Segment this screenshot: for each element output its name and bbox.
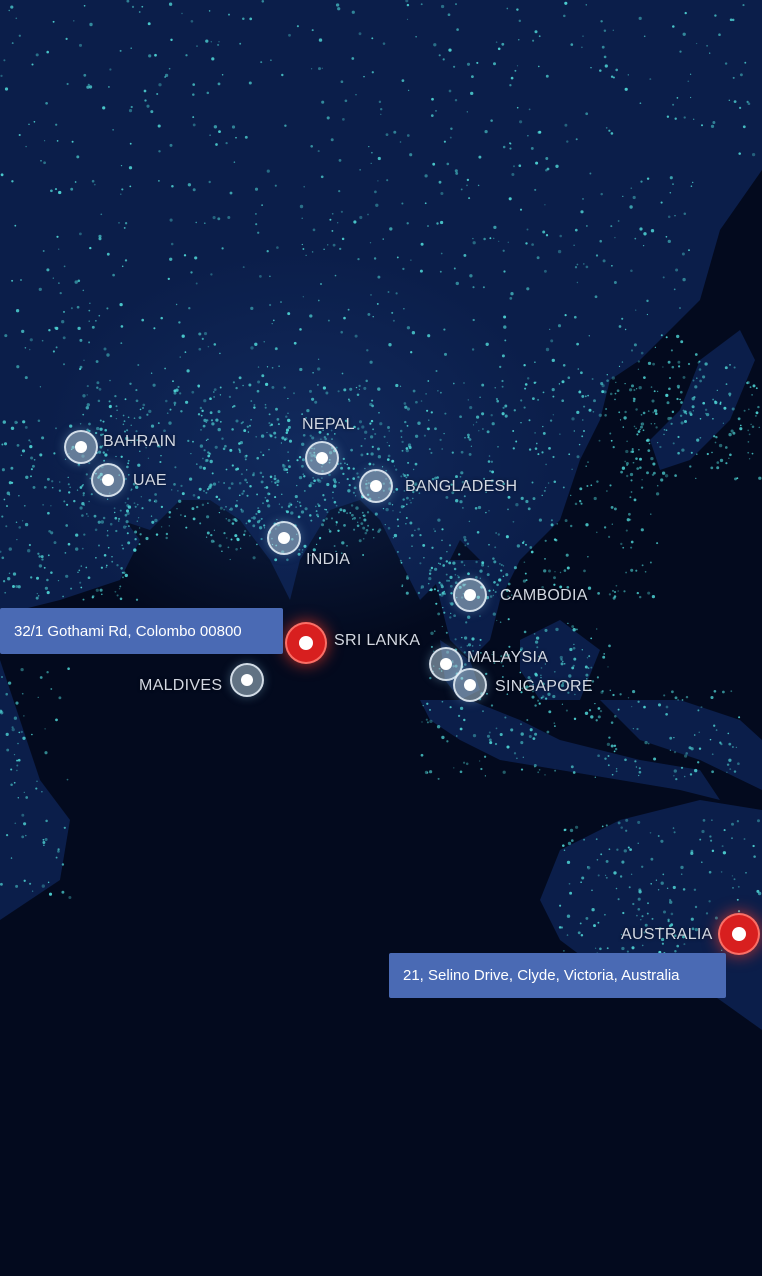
label-cambodia: CAMBODIA: [500, 587, 588, 604]
label-maldives: MALDIVES: [139, 677, 223, 694]
label-bahrain: BAHRAIN: [103, 433, 177, 450]
address-sri-lanka: 32/1 Gothami Rd, Colombo 00800: [0, 608, 283, 654]
label-bangladesh: BANGLADESH: [405, 478, 518, 495]
label-sri-lanka: SRI LANKA: [334, 632, 421, 649]
label-nepal: NEPAL: [302, 416, 355, 433]
label-australia: AUSTRALIA: [621, 926, 713, 943]
address-australia: 21, Selino Drive, Clyde, Victoria, Austr…: [389, 953, 726, 998]
label-singapore: SINGAPORE: [495, 678, 593, 695]
label-india: INDIA: [306, 551, 351, 568]
label-malaysia: MALAYSIA: [467, 649, 549, 666]
label-uae: UAE: [133, 472, 167, 489]
